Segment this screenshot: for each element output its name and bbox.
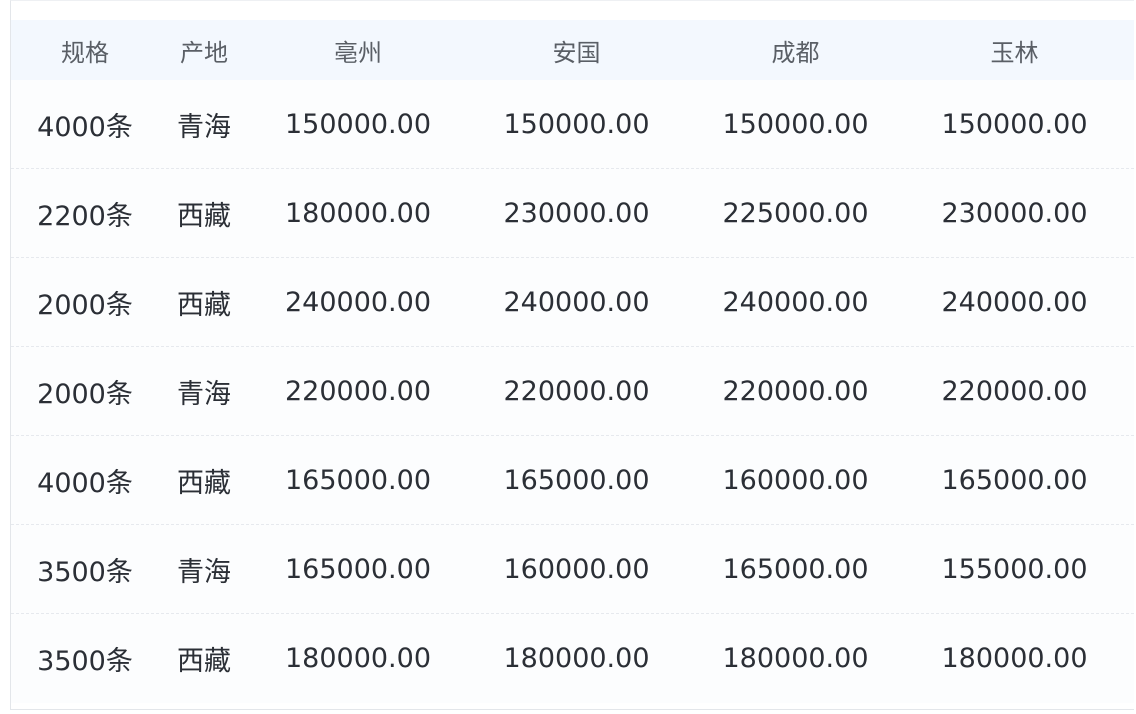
cell-price-anguo: 240000.00: [503, 286, 650, 318]
cell-spec: 3500条: [37, 556, 133, 588]
cell-price-anguo: 150000.00: [503, 108, 650, 140]
cell-origin: 西藏: [177, 467, 231, 499]
cell-price-yulin: 155000.00: [941, 553, 1088, 585]
cell-origin: 青海: [177, 556, 231, 588]
column-header-chengdu: 成都: [771, 38, 820, 67]
cell-price-bozhou: 165000.00: [284, 553, 431, 585]
cell-spec: 4000条: [37, 111, 133, 143]
table-row: 3500条 青海 165000.00 160000.00 165000.00 1…: [11, 525, 1134, 614]
cell-spec: 2000条: [37, 378, 133, 410]
table-row: 4000条 青海 150000.00 150000.00 150000.00 1…: [11, 80, 1134, 169]
cell-price-yulin: 165000.00: [941, 464, 1088, 496]
cell-price-yulin: 230000.00: [941, 197, 1088, 229]
table-row: 2000条 青海 220000.00 220000.00 220000.00 2…: [11, 347, 1134, 436]
cell-price-yulin: 220000.00: [941, 375, 1088, 407]
cell-price-anguo: 180000.00: [503, 643, 650, 674]
table-row: 4000条 西藏 165000.00 165000.00 160000.00 1…: [11, 436, 1134, 525]
cell-price-anguo: 165000.00: [503, 464, 650, 496]
cell-origin: 西藏: [177, 289, 231, 321]
cell-origin: 西藏: [177, 646, 231, 677]
cell-price-bozhou: 180000.00: [284, 197, 431, 229]
column-header-yulin: 玉林: [990, 38, 1039, 67]
cell-price-bozhou: 180000.00: [284, 643, 431, 674]
cell-price-bozhou: 220000.00: [284, 375, 431, 407]
cell-price-chengdu: 165000.00: [722, 553, 869, 585]
cell-price-bozhou: 150000.00: [284, 108, 431, 140]
cell-origin: 青海: [177, 111, 231, 143]
table-header: 规格 产地 亳州 安国 成都 玉林: [11, 20, 1134, 80]
cell-spec: 3500条: [37, 646, 133, 677]
column-header-bozhou: 亳州: [334, 38, 382, 67]
column-header-origin: 产地: [180, 38, 228, 67]
cell-price-yulin: 240000.00: [941, 286, 1088, 318]
cell-price-chengdu: 160000.00: [722, 464, 869, 496]
cell-origin: 西藏: [177, 200, 231, 232]
cell-price-anguo: 220000.00: [503, 375, 650, 407]
cell-price-chengdu: 225000.00: [722, 197, 869, 229]
cell-price-chengdu: 150000.00: [722, 108, 869, 140]
cell-price-anguo: 230000.00: [503, 197, 650, 229]
cell-price-yulin: 150000.00: [941, 108, 1088, 140]
column-header-anguo: 安国: [552, 38, 601, 67]
cell-spec: 2000条: [37, 289, 133, 321]
cell-price-chengdu: 240000.00: [722, 286, 869, 318]
price-table: 规格 产地 亳州 安国 成都 玉林 4000条 青海 150000.00 150…: [11, 20, 1134, 703]
table-row: 2200条 西藏 180000.00 230000.00 225000.00 2…: [11, 169, 1134, 258]
cell-price-anguo: 160000.00: [503, 553, 650, 585]
table-body: 4000条 青海 150000.00 150000.00 150000.00 1…: [11, 80, 1134, 703]
cell-price-chengdu: 220000.00: [722, 375, 869, 407]
cell-spec: 2200条: [37, 200, 133, 232]
cell-price-chengdu: 180000.00: [722, 643, 869, 674]
table-row: 3500条 西藏 180000.00 180000.00 180000.00 1…: [11, 614, 1134, 703]
cell-spec: 4000条: [37, 467, 133, 499]
cell-price-bozhou: 240000.00: [284, 286, 431, 318]
table-row: 2000条 西藏 240000.00 240000.00 240000.00 2…: [11, 258, 1134, 347]
cell-price-yulin: 180000.00: [941, 643, 1088, 674]
column-header-spec: 规格: [61, 38, 109, 67]
cell-price-bozhou: 165000.00: [284, 464, 431, 496]
cell-origin: 青海: [177, 378, 231, 410]
